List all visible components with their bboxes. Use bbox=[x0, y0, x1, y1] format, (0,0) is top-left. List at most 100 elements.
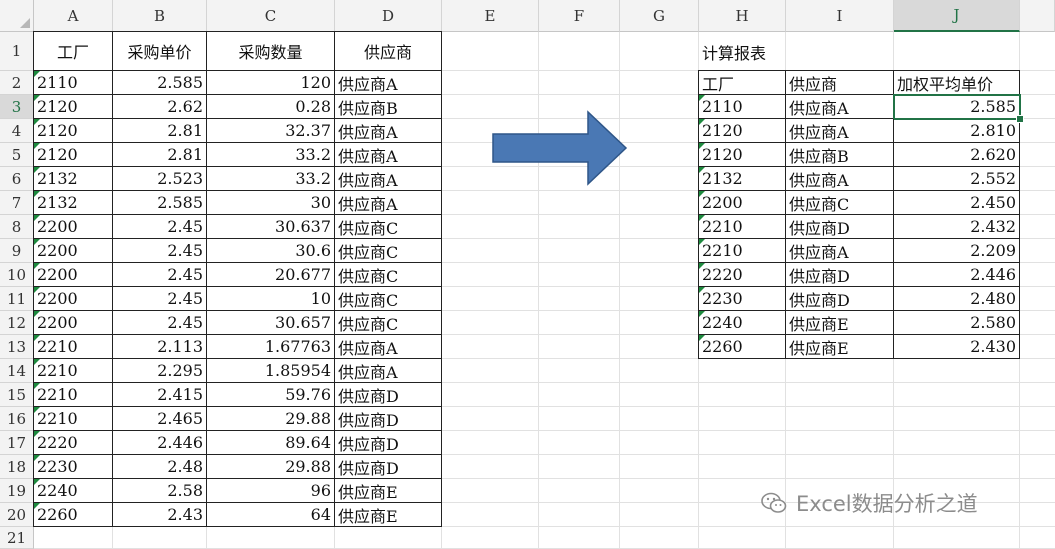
source-data-cell[interactable]: 供应商E bbox=[335, 503, 442, 527]
source-data-cell[interactable]: 29.88 bbox=[207, 455, 335, 479]
source-data-cell[interactable]: 供应商A bbox=[335, 119, 442, 143]
row-header-12[interactable]: 12 bbox=[0, 311, 34, 335]
source-data-cell[interactable]: 2.58 bbox=[113, 479, 207, 503]
source-data-cell[interactable]: 2.43 bbox=[113, 503, 207, 527]
report-data-cell[interactable]: 2.620 bbox=[894, 143, 1020, 167]
source-data-cell[interactable]: 2210 bbox=[33, 335, 113, 359]
source-data-cell[interactable]: 33.2 bbox=[207, 143, 335, 167]
column-header-i[interactable]: I bbox=[786, 0, 894, 32]
report-data-cell[interactable]: 供应商D bbox=[786, 287, 894, 311]
source-data-cell[interactable]: 2.295 bbox=[113, 359, 207, 383]
source-data-cell[interactable]: 2210 bbox=[33, 359, 113, 383]
source-data-cell[interactable]: 2200 bbox=[33, 263, 113, 287]
source-data-cell[interactable]: 2.585 bbox=[113, 71, 207, 95]
report-data-cell[interactable]: 供应商A bbox=[786, 95, 894, 119]
source-header-cell[interactable]: 采购数量 bbox=[207, 31, 335, 71]
source-data-cell[interactable]: 2260 bbox=[33, 503, 113, 527]
report-data-cell[interactable]: 2.432 bbox=[894, 215, 1020, 239]
source-data-cell[interactable]: 30 bbox=[207, 191, 335, 215]
row-header-15[interactable]: 15 bbox=[0, 383, 34, 407]
source-data-cell[interactable]: 2220 bbox=[33, 431, 113, 455]
source-data-cell[interactable]: 64 bbox=[207, 503, 335, 527]
source-data-cell[interactable]: 30.6 bbox=[207, 239, 335, 263]
report-data-cell[interactable]: 供应商B bbox=[786, 143, 894, 167]
source-data-cell[interactable]: 供应商C bbox=[335, 287, 442, 311]
report-data-cell[interactable]: 2.552 bbox=[894, 167, 1020, 191]
report-data-cell[interactable]: 2200 bbox=[698, 191, 786, 215]
report-data-cell[interactable]: 2110 bbox=[698, 95, 786, 119]
row-header-20[interactable]: 20 bbox=[0, 503, 34, 527]
source-data-cell[interactable]: 1.85954 bbox=[207, 359, 335, 383]
report-data-cell[interactable]: 供应商A bbox=[786, 239, 894, 263]
right-arrow-shape[interactable] bbox=[492, 110, 628, 186]
source-header-cell[interactable]: 工厂 bbox=[33, 31, 113, 71]
source-data-cell[interactable]: 供应商A bbox=[335, 143, 442, 167]
source-data-cell[interactable]: 0.28 bbox=[207, 95, 335, 119]
source-data-cell[interactable]: 2.585 bbox=[113, 191, 207, 215]
report-data-cell[interactable]: 2230 bbox=[698, 287, 786, 311]
source-data-cell[interactable]: 96 bbox=[207, 479, 335, 503]
row-header-5[interactable]: 5 bbox=[0, 143, 34, 167]
source-data-cell[interactable]: 供应商A bbox=[335, 191, 442, 215]
row-header-4[interactable]: 4 bbox=[0, 119, 34, 143]
report-data-cell[interactable]: 2.430 bbox=[894, 335, 1020, 359]
row-header-14[interactable]: 14 bbox=[0, 359, 34, 383]
row-header-3[interactable]: 3 bbox=[0, 95, 34, 119]
source-data-cell[interactable]: 2.62 bbox=[113, 95, 207, 119]
source-data-cell[interactable]: 2132 bbox=[33, 191, 113, 215]
source-header-cell[interactable]: 采购单价 bbox=[113, 31, 207, 71]
source-data-cell[interactable]: 2.113 bbox=[113, 335, 207, 359]
column-header-a[interactable]: A bbox=[34, 0, 113, 32]
source-data-cell[interactable]: 供应商D bbox=[335, 455, 442, 479]
source-data-cell[interactable]: 2.415 bbox=[113, 383, 207, 407]
row-header-16[interactable]: 16 bbox=[0, 407, 34, 431]
row-header-1[interactable]: 1 bbox=[0, 32, 34, 71]
source-data-cell[interactable]: 2200 bbox=[33, 311, 113, 335]
report-data-cell[interactable]: 供应商D bbox=[786, 263, 894, 287]
source-data-cell[interactable]: 29.88 bbox=[207, 407, 335, 431]
report-header-cell[interactable]: 供应商 bbox=[786, 70, 894, 95]
source-data-cell[interactable]: 2120 bbox=[33, 143, 113, 167]
row-header-9[interactable]: 9 bbox=[0, 239, 34, 263]
fill-handle[interactable] bbox=[1016, 115, 1024, 123]
source-data-cell[interactable]: 120 bbox=[207, 71, 335, 95]
column-header-d[interactable]: D bbox=[335, 0, 442, 32]
source-data-cell[interactable]: 2120 bbox=[33, 95, 113, 119]
source-data-cell[interactable]: 供应商C bbox=[335, 311, 442, 335]
report-data-cell[interactable]: 2240 bbox=[698, 311, 786, 335]
row-header-7[interactable]: 7 bbox=[0, 191, 34, 215]
active-cell-j3[interactable]: 2.585 bbox=[893, 94, 1021, 120]
source-data-cell[interactable]: 59.76 bbox=[207, 383, 335, 407]
column-header-h[interactable]: H bbox=[699, 0, 786, 32]
source-data-cell[interactable]: 2.45 bbox=[113, 263, 207, 287]
source-data-cell[interactable]: 2230 bbox=[33, 455, 113, 479]
report-data-cell[interactable]: 供应商C bbox=[786, 191, 894, 215]
source-data-cell[interactable]: 供应商C bbox=[335, 263, 442, 287]
report-data-cell[interactable]: 2210 bbox=[698, 239, 786, 263]
report-data-cell[interactable]: 2120 bbox=[698, 143, 786, 167]
report-data-cell[interactable]: 2.580 bbox=[894, 311, 1020, 335]
column-header-c[interactable]: C bbox=[207, 0, 335, 32]
source-data-cell[interactable]: 1.67763 bbox=[207, 335, 335, 359]
report-data-cell[interactable]: 2.450 bbox=[894, 191, 1020, 215]
report-data-cell[interactable]: 供应商D bbox=[786, 215, 894, 239]
report-data-cell[interactable]: 供应商A bbox=[786, 119, 894, 143]
source-data-cell[interactable]: 供应商D bbox=[335, 407, 442, 431]
column-header-j[interactable]: J bbox=[894, 0, 1020, 32]
source-data-cell[interactable]: 2.446 bbox=[113, 431, 207, 455]
source-data-cell[interactable]: 供应商A bbox=[335, 167, 442, 191]
report-data-cell[interactable]: 2132 bbox=[698, 167, 786, 191]
source-data-cell[interactable]: 供应商E bbox=[335, 479, 442, 503]
report-data-cell[interactable]: 2210 bbox=[698, 215, 786, 239]
source-data-cell[interactable]: 2210 bbox=[33, 407, 113, 431]
source-data-cell[interactable]: 2.81 bbox=[113, 119, 207, 143]
row-header-6[interactable]: 6 bbox=[0, 167, 34, 191]
column-header-g[interactable]: G bbox=[620, 0, 699, 32]
source-data-cell[interactable]: 30.637 bbox=[207, 215, 335, 239]
source-data-cell[interactable]: 2110 bbox=[33, 71, 113, 95]
row-header-18[interactable]: 18 bbox=[0, 455, 34, 479]
source-data-cell[interactable]: 供应商A bbox=[335, 71, 442, 95]
source-data-cell[interactable]: 2.45 bbox=[113, 287, 207, 311]
source-data-cell[interactable]: 2.48 bbox=[113, 455, 207, 479]
source-data-cell[interactable]: 2.45 bbox=[113, 239, 207, 263]
